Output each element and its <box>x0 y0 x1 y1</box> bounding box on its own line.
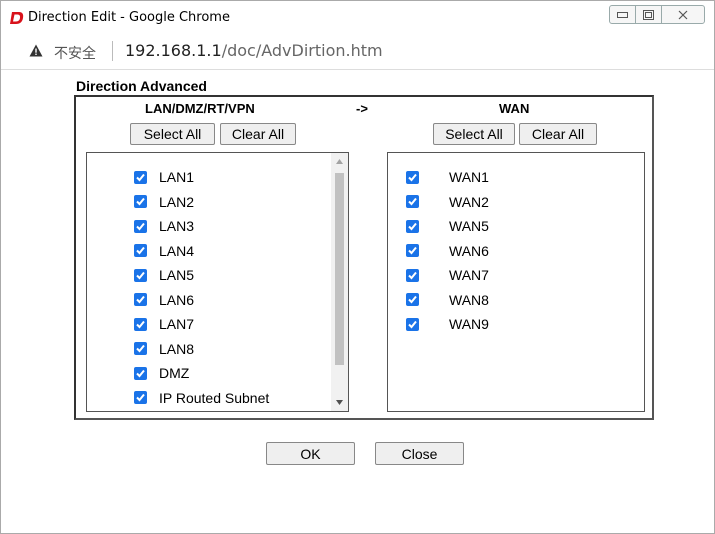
checkbox-checked-icon[interactable] <box>134 317 147 331</box>
minimize-icon <box>617 11 628 18</box>
left-listbox[interactable]: LAN1 LAN2 LAN3 LAN4 LAN5 LAN6 LAN7 LAN8 DMZ IP Ro… <box>86 152 349 412</box>
checkbox-checked-icon[interactable] <box>134 219 147 233</box>
left-scrollbar[interactable] <box>331 153 348 411</box>
left-list-item[interactable]: LAN6 <box>134 290 194 310</box>
right-listbox[interactable]: WAN1 WAN2 WAN5 WAN6 WAN7 WAN8 WAN9 <box>387 152 645 412</box>
right-list-item[interactable]: WAN8 <box>406 290 489 310</box>
right-list-item-label: WAN2 <box>449 193 489 210</box>
left-list-item-label: LAN4 <box>159 242 195 259</box>
checkbox-checked-icon[interactable] <box>134 170 147 184</box>
left-list-item[interactable]: DMZ <box>134 363 189 383</box>
left-list-item-label: LAN2 <box>159 193 195 210</box>
url-text[interactable]: 192.168.1.1/doc/AdvDirtion.htm <box>125 41 383 60</box>
scroll-up-icon[interactable] <box>336 159 343 164</box>
right-list-item[interactable]: WAN9 <box>406 314 489 334</box>
checkbox-checked-icon[interactable] <box>134 366 147 380</box>
left-select-all-button[interactable]: Select All <box>130 123 215 145</box>
left-list-item-label: LAN8 <box>159 340 195 357</box>
left-list-item-label: LAN6 <box>159 291 195 308</box>
direction-frame: LAN/DMZ/RT/VPN -> WAN Select All Clear A… <box>74 95 654 420</box>
checkbox-checked-icon[interactable] <box>134 391 147 404</box>
checkbox-checked-icon[interactable] <box>134 293 147 306</box>
checkbox-checked-icon[interactable] <box>134 195 147 208</box>
draytek-logo-icon <box>10 12 24 24</box>
checkbox-checked-icon[interactable] <box>134 342 147 355</box>
left-list-item-label: LAN7 <box>159 316 195 332</box>
right-list-item-label: WAN7 <box>449 267 489 283</box>
left-list-item[interactable]: LAN4 <box>134 241 194 261</box>
right-list-item-label: WAN1 <box>449 169 489 185</box>
right-list-item-label: WAN6 <box>449 242 489 259</box>
url-path: /doc/AdvDirtion.htm <box>221 41 383 60</box>
left-list-item[interactable]: IP Routed Subnet <box>134 388 269 408</box>
direction-arrow: -> <box>356 101 368 116</box>
checkbox-checked-icon[interactable] <box>406 195 419 208</box>
ok-button[interactable]: OK <box>266 442 355 465</box>
left-list-item[interactable]: LAN3 <box>134 216 194 236</box>
right-list-item[interactable]: WAN7 <box>406 265 489 285</box>
checkbox-checked-icon[interactable] <box>406 170 419 184</box>
checkbox-checked-icon[interactable] <box>406 244 419 257</box>
warning-icon <box>29 44 43 57</box>
maximize-icon <box>643 9 654 20</box>
security-status: 不安全 <box>54 46 96 62</box>
right-heading: WAN <box>499 101 530 116</box>
scroll-down-icon[interactable] <box>336 400 343 405</box>
checkbox-checked-icon[interactable] <box>134 244 147 257</box>
window-title: Direction Edit - Google Chrome <box>28 10 230 25</box>
left-heading: LAN/DMZ/RT/VPN <box>145 101 255 116</box>
left-list-item-label: IP Routed Subnet <box>159 389 270 406</box>
left-list-item[interactable]: LAN7 <box>134 314 194 334</box>
title-bar: Direction Edit - Google Chrome <box>1 1 714 33</box>
left-list-item[interactable]: LAN5 <box>134 265 194 285</box>
close-button[interactable]: Close <box>375 442 464 465</box>
left-list-item-label: LAN1 <box>159 169 195 185</box>
left-list-item[interactable]: LAN1 <box>134 167 194 187</box>
left-list-item[interactable]: LAN2 <box>134 192 194 212</box>
right-list-item-label: WAN8 <box>449 291 489 308</box>
left-list-item-label: LAN3 <box>159 218 195 234</box>
right-list-item[interactable]: WAN5 <box>406 216 489 236</box>
right-clear-all-button[interactable]: Clear All <box>519 123 597 145</box>
right-select-all-button[interactable]: Select All <box>433 123 515 145</box>
checkbox-checked-icon[interactable] <box>406 268 419 282</box>
close-window-button[interactable] <box>661 5 705 24</box>
left-list-item[interactable]: LAN8 <box>134 339 194 359</box>
left-scroll-thumb[interactable] <box>335 173 344 365</box>
checkbox-checked-icon[interactable] <box>134 268 147 282</box>
right-list-item[interactable]: WAN2 <box>406 192 489 212</box>
left-clear-all-button[interactable]: Clear All <box>220 123 296 145</box>
checkbox-checked-icon[interactable] <box>406 293 419 306</box>
left-list-item-label: LAN5 <box>159 267 195 283</box>
right-list-item[interactable]: WAN6 <box>406 241 489 261</box>
page-content: Direction Advanced LAN/DMZ/RT/VPN -> WAN… <box>1 70 714 533</box>
section-title: Direction Advanced <box>76 78 207 94</box>
checkbox-checked-icon[interactable] <box>406 219 419 233</box>
checkbox-checked-icon[interactable] <box>406 317 419 331</box>
right-list-item-label: WAN9 <box>449 316 489 332</box>
close-icon <box>678 10 688 19</box>
maximize-button[interactable] <box>635 5 662 24</box>
minimize-button[interactable] <box>609 5 636 24</box>
right-list-item[interactable]: WAN1 <box>406 167 489 187</box>
address-bar[interactable]: 不安全 192.168.1.1/doc/AdvDirtion.htm <box>1 33 714 70</box>
right-list-item-label: WAN5 <box>449 218 489 234</box>
left-list-item-label: DMZ <box>159 365 190 381</box>
url-host: 192.168.1.1 <box>125 41 222 60</box>
browser-window: Direction Edit - Google Chrome 不安全 192.1… <box>0 0 715 534</box>
address-separator <box>112 41 113 61</box>
